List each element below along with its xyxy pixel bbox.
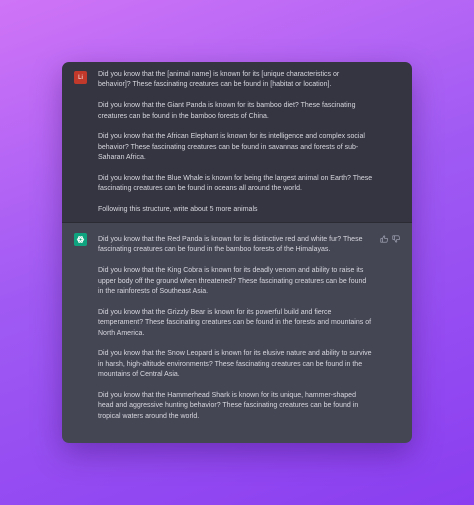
- assistant-paragraph: Did you know that the King Cobra is know…: [98, 267, 367, 296]
- assistant-paragraph: Did you know that the Grizzly Bear is kn…: [98, 308, 372, 337]
- user-avatar: Li: [74, 71, 87, 84]
- user-paragraph: Following this structure, write about 5 …: [98, 206, 258, 214]
- user-paragraph: Did you know that the Blue Whale is know…: [98, 175, 373, 193]
- user-message-content: Did you know that the [animal name] is k…: [98, 70, 373, 216]
- user-avatar-label: Li: [78, 74, 83, 81]
- chat-window: Li Did you know that the [animal name] i…: [62, 62, 412, 443]
- feedback-buttons: [380, 235, 400, 243]
- assistant-paragraph: Did you know that the Hammerhead Shark i…: [98, 392, 359, 420]
- user-paragraph: Did you know that the African Elephant i…: [98, 133, 365, 162]
- assistant-paragraph: Did you know that the Snow Leopard is kn…: [98, 350, 372, 379]
- thumbs-down-icon[interactable]: [392, 235, 400, 243]
- user-paragraph: Did you know that the Giant Panda is kno…: [98, 102, 356, 120]
- assistant-message-content: Did you know that the Red Panda is known…: [98, 235, 373, 422]
- openai-logo-icon: [74, 233, 87, 246]
- user-paragraph: Did you know that the [animal name] is k…: [98, 71, 340, 89]
- thumbs-up-icon[interactable]: [380, 235, 388, 243]
- assistant-paragraph: Did you know that the Red Panda is known…: [98, 236, 363, 254]
- user-message: Li Did you know that the [animal name] i…: [62, 62, 412, 223]
- assistant-message: Did you know that the Red Panda is known…: [62, 223, 412, 443]
